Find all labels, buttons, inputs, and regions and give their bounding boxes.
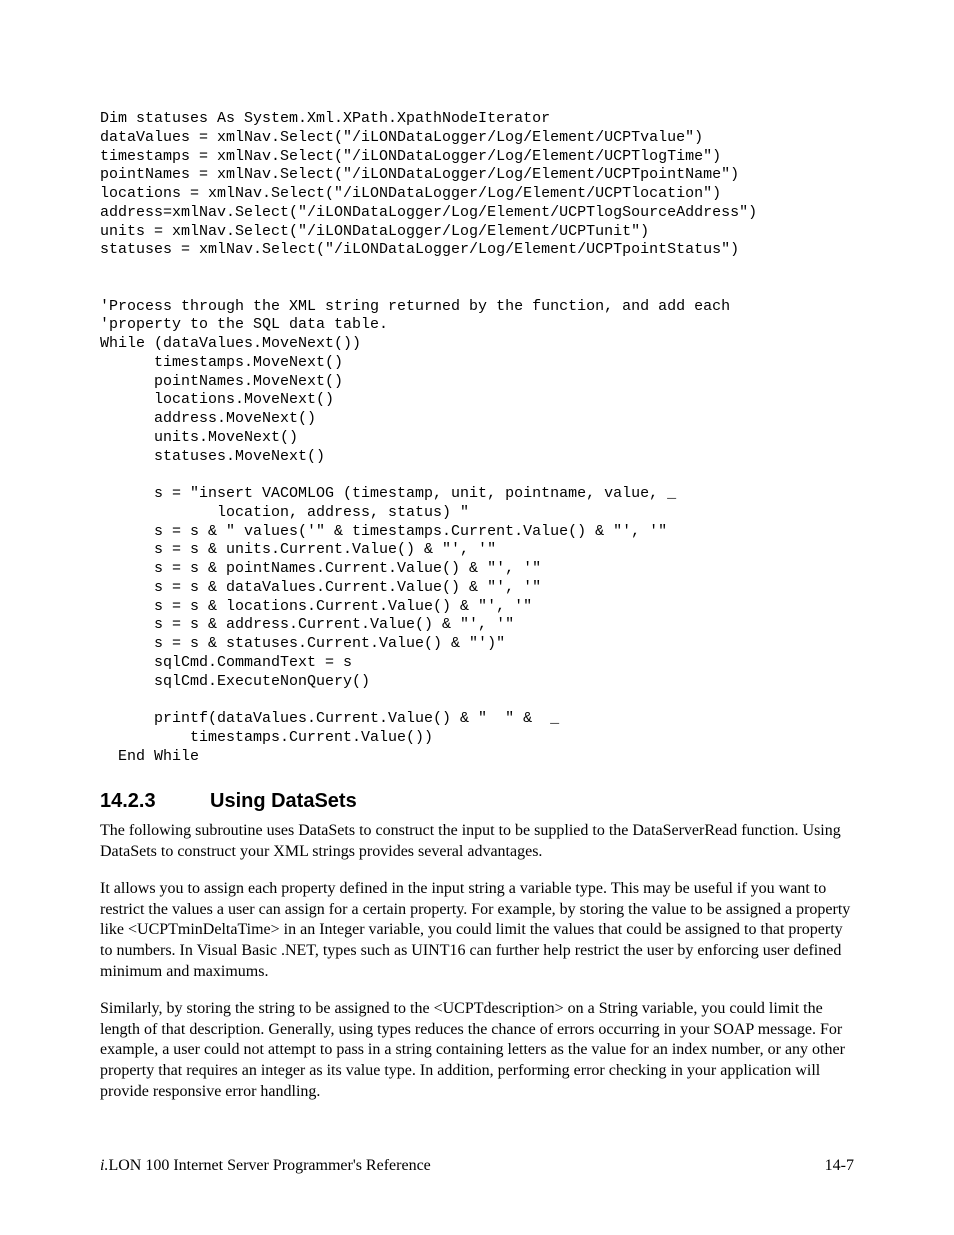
heading-number: 14.2.3 (100, 790, 210, 813)
footer-text: LON 100 Internet Server Programmer's Ref… (108, 1157, 430, 1174)
footer-page-number: 14-7 (825, 1157, 854, 1175)
page: Dim statuses As System.Xml.XPath.XpathNo… (0, 0, 954, 1235)
paragraph: The following subroutine uses DataSets t… (100, 821, 854, 863)
code-block: Dim statuses As System.Xml.XPath.XpathNo… (100, 110, 854, 766)
section-heading: 14.2.3 Using DataSets (100, 790, 854, 813)
heading-title: Using DataSets (210, 790, 357, 813)
paragraph: It allows you to assign each property de… (100, 879, 854, 983)
paragraph: Similarly, by storing the string to be a… (100, 999, 854, 1103)
page-footer: i.LON 100 Internet Server Programmer's R… (100, 1157, 854, 1175)
footer-title: i.LON 100 Internet Server Programmer's R… (100, 1157, 431, 1175)
